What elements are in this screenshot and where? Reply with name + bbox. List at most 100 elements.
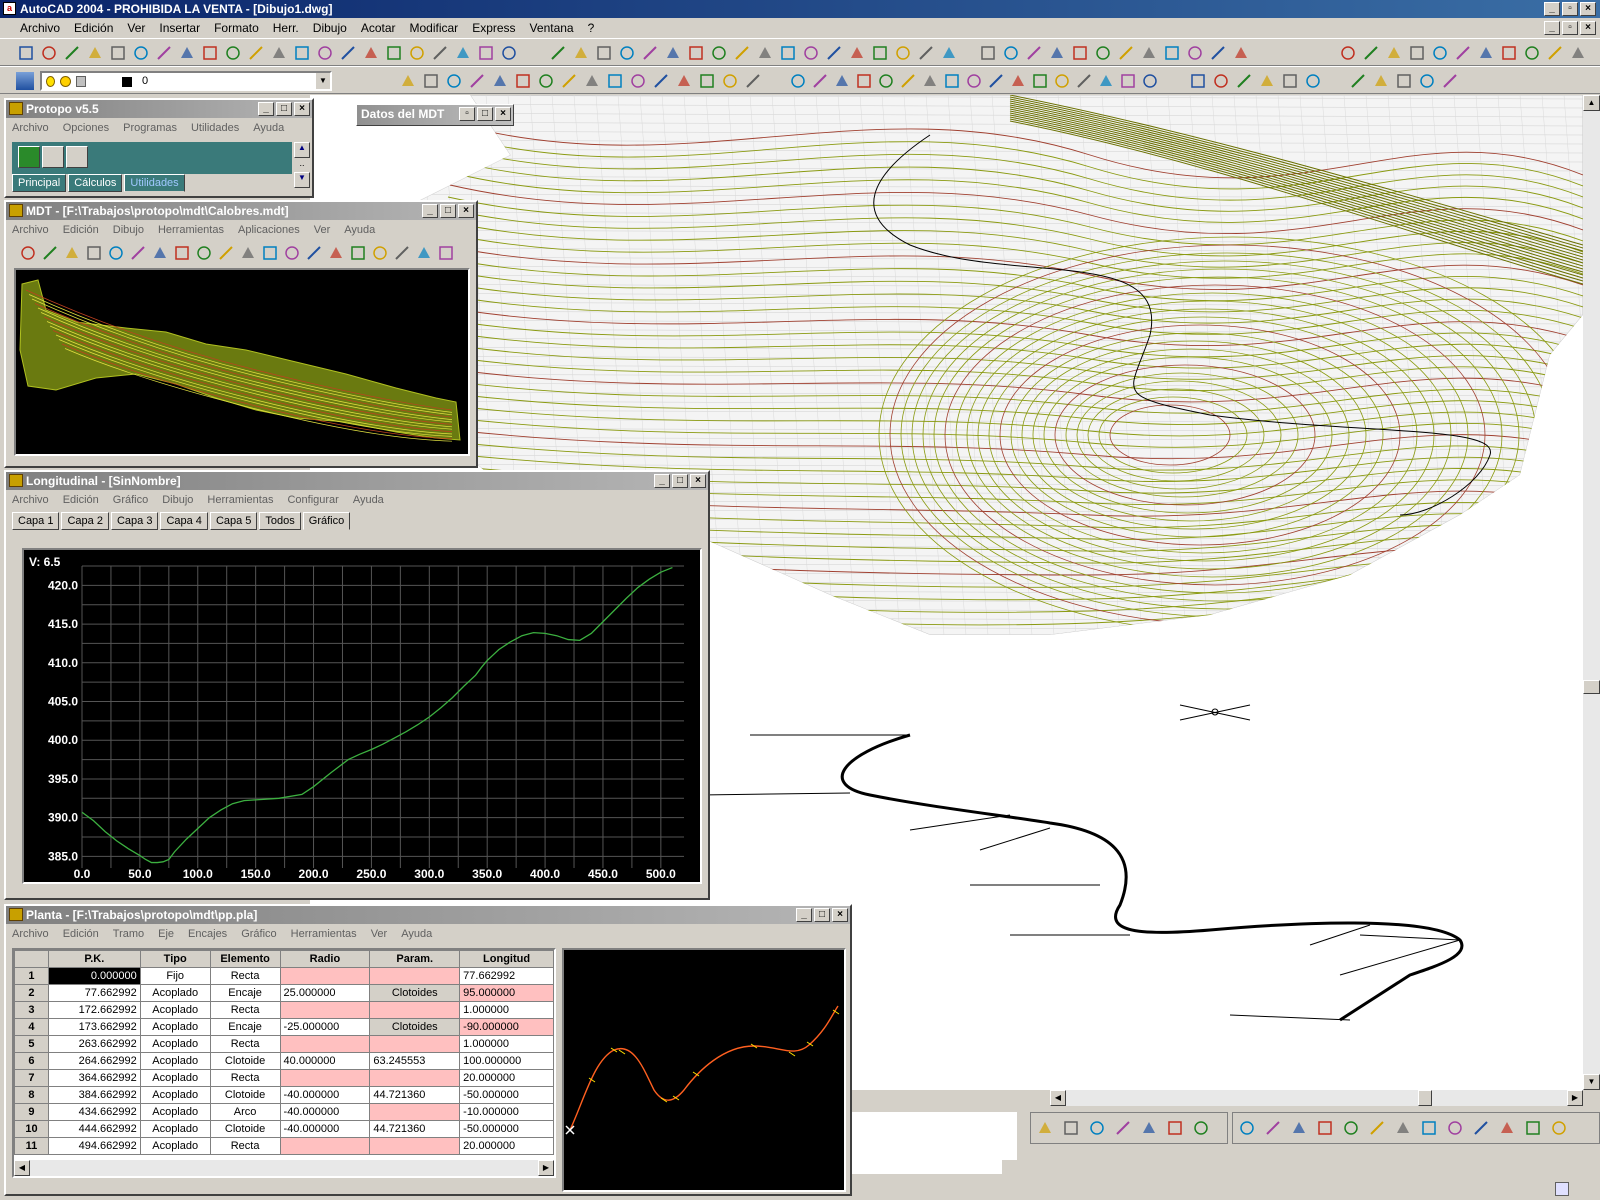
- toolbar-tool-icon[interactable]: [66, 247, 78, 258]
- toolbar-tool-icon[interactable]: [249, 46, 263, 60]
- longitud-cell[interactable]: 100.000000: [459, 1052, 554, 1070]
- longitud-cell[interactable]: 20.000000: [459, 1137, 554, 1155]
- tab-capa-1[interactable]: Capa 1: [12, 512, 60, 530]
- menu-eje[interactable]: Eje: [158, 928, 174, 940]
- row-number-cell[interactable]: 5: [14, 1035, 49, 1053]
- elemento-cell[interactable]: Arco: [209, 1103, 281, 1121]
- menu-edicion[interactable]: Edición: [63, 928, 99, 940]
- minimize-icon[interactable]: _: [422, 204, 438, 218]
- toolbar-tool-icon[interactable]: [689, 46, 703, 60]
- tab-capa-3[interactable]: Capa 3: [110, 512, 159, 530]
- toolbar-tool-icon[interactable]: [879, 74, 893, 88]
- plan-preview[interactable]: [562, 948, 846, 1192]
- elemento-cell[interactable]: Encaje: [209, 1018, 281, 1036]
- tab-capa-5[interactable]: Capa 5: [209, 512, 258, 530]
- toolbar-tool-icon[interactable]: [134, 46, 148, 60]
- bottom-toolbar-2-icons[interactable]: [1233, 1113, 1600, 1145]
- menu-utilidades[interactable]: Utilidades: [191, 122, 239, 134]
- menu-grafico[interactable]: Gráfico: [241, 928, 276, 940]
- toolbar-tool-icon[interactable]: [1480, 47, 1492, 58]
- tipo-cell[interactable]: Acoplado: [139, 1069, 211, 1087]
- menu-ver[interactable]: Ver: [314, 224, 331, 236]
- row-number-cell[interactable]: 11: [14, 1137, 49, 1155]
- toolbar-tool-icon[interactable]: [1073, 46, 1087, 60]
- row-number-cell[interactable]: 9: [14, 1103, 49, 1121]
- toolbar-tool-icon[interactable]: [1143, 1122, 1155, 1133]
- toolbar-tool-icon[interactable]: [746, 74, 760, 88]
- radio-cell[interactable]: 40.000000: [279, 1052, 371, 1070]
- row-number-cell[interactable]: 10: [14, 1120, 49, 1138]
- tipo-cell[interactable]: Acoplado: [139, 1120, 211, 1138]
- close-icon[interactable]: ×: [690, 474, 706, 488]
- longitud-cell[interactable]: -10.000000: [459, 1103, 554, 1121]
- longitud-cell[interactable]: -90.000000: [459, 1018, 554, 1036]
- toolbar-tool-icon[interactable]: [1410, 46, 1424, 60]
- arrow-up-icon[interactable]: ▲: [294, 142, 310, 158]
- elemento-cell[interactable]: Clotoide: [209, 1052, 281, 1070]
- restore-icon[interactable]: ▫: [459, 107, 475, 121]
- close-icon[interactable]: ×: [495, 107, 511, 121]
- tipo-cell[interactable]: Acoplado: [139, 1103, 211, 1121]
- toolbar-tool-icon[interactable]: [1235, 47, 1247, 58]
- menu-modificar[interactable]: Modificar: [410, 21, 459, 35]
- elemento-cell[interactable]: Encaje: [209, 984, 281, 1002]
- table-row[interactable]: 5 263.662992 Acoplado Recta 1.000000: [14, 1035, 554, 1053]
- menu-express[interactable]: Express: [472, 21, 515, 35]
- toolbar-tool-icon[interactable]: [1572, 47, 1584, 58]
- toolbar-tool-icon[interactable]: [318, 46, 332, 60]
- row-number-cell[interactable]: 4: [14, 1018, 49, 1036]
- mdt-toolbar-icons[interactable]: [6, 240, 476, 266]
- toolbar-tool-icon[interactable]: [919, 46, 933, 60]
- pk-cell[interactable]: 434.662992: [47, 1103, 141, 1121]
- table-row[interactable]: 10 444.662992 Acoplado Clotoide -40.000000 44…: [14, 1120, 554, 1138]
- arrow-down-icon[interactable]: ▼: [294, 172, 310, 188]
- toolbar-tool-icon[interactable]: [516, 74, 530, 88]
- toolbar-tool-icon[interactable]: [203, 46, 217, 60]
- toolbar-tool-icon[interactable]: [654, 74, 668, 88]
- scroll-down-icon[interactable]: ▼: [1583, 1074, 1600, 1090]
- menu-ventana[interactable]: Ventana: [530, 21, 574, 35]
- param-cell[interactable]: [369, 967, 461, 985]
- radio-cell[interactable]: -40.000000: [279, 1120, 371, 1138]
- horizontal-scrollbar[interactable]: ◀ ▶: [1050, 1090, 1583, 1106]
- toolbar-tool-icon[interactable]: [87, 246, 101, 260]
- toolbar-tool-icon[interactable]: [781, 46, 795, 60]
- toolbar-tool-icon[interactable]: [857, 74, 871, 88]
- longitud-cell[interactable]: 1.000000: [459, 1035, 554, 1053]
- mdt-title-bar[interactable]: MDT - [F:\Trabajos\protopo\mdt\Calobres.…: [6, 202, 476, 220]
- toolbar-tool-icon[interactable]: [1100, 75, 1112, 86]
- toolbar-tool-icon[interactable]: [827, 46, 841, 60]
- toolbar-tool-icon[interactable]: [1033, 74, 1047, 88]
- table-row[interactable]: 4 173.662992 Acoplado Encaje -25.000000 Cloto…: [14, 1018, 554, 1036]
- toolbar-tool-icon[interactable]: [1051, 47, 1063, 58]
- toolbar-tool-icon[interactable]: [1388, 47, 1400, 58]
- clotoides-button[interactable]: Clotoides: [369, 984, 461, 1002]
- longitudinal-program-icon[interactable]: [42, 146, 64, 168]
- longitud-cell[interactable]: 20.000000: [459, 1069, 554, 1087]
- toolbar-tool-icon[interactable]: [1375, 75, 1387, 86]
- menu-ayuda[interactable]: Ayuda: [353, 494, 384, 506]
- protopo-spin[interactable]: ▲ .. ▼: [294, 142, 310, 192]
- toolbar-tool-icon[interactable]: [981, 46, 995, 60]
- menu-ayuda[interactable]: Ayuda: [253, 122, 284, 134]
- column-header-tipo[interactable]: Tipo: [139, 950, 211, 968]
- column-header-param[interactable]: Param.: [369, 950, 461, 968]
- longitud-cell[interactable]: 95.000000: [459, 984, 554, 1002]
- layer-properties-icon[interactable]: [16, 72, 34, 90]
- doc-restore-icon[interactable]: ▫: [1562, 21, 1578, 35]
- minimize-icon[interactable]: _: [1544, 2, 1560, 16]
- toolbar-tool-icon[interactable]: [1237, 74, 1251, 88]
- longitudinal-title-bar[interactable]: Longitudinal - [SinNombre] _ □ ×: [6, 472, 708, 490]
- menu-ayuda[interactable]: Ayuda: [344, 224, 375, 236]
- menu-encajes[interactable]: Encajes: [188, 928, 227, 940]
- toolbar-tool-icon[interactable]: [1548, 46, 1562, 60]
- toolbar-tool-icon[interactable]: [1004, 46, 1018, 60]
- toolbar-tool-icon[interactable]: [562, 74, 576, 88]
- toolbar-tool-icon[interactable]: [896, 46, 910, 60]
- radio-cell[interactable]: [279, 1035, 371, 1053]
- table-row[interactable]: 9 434.662992 Acoplado Arco -40.000000 -10.000…: [14, 1103, 554, 1121]
- toolbar-tool-icon[interactable]: [439, 246, 453, 260]
- longitud-cell[interactable]: -50.000000: [459, 1120, 554, 1138]
- menu-ver[interactable]: Ver: [371, 928, 388, 940]
- toolbar-tool-icon[interactable]: [967, 74, 981, 88]
